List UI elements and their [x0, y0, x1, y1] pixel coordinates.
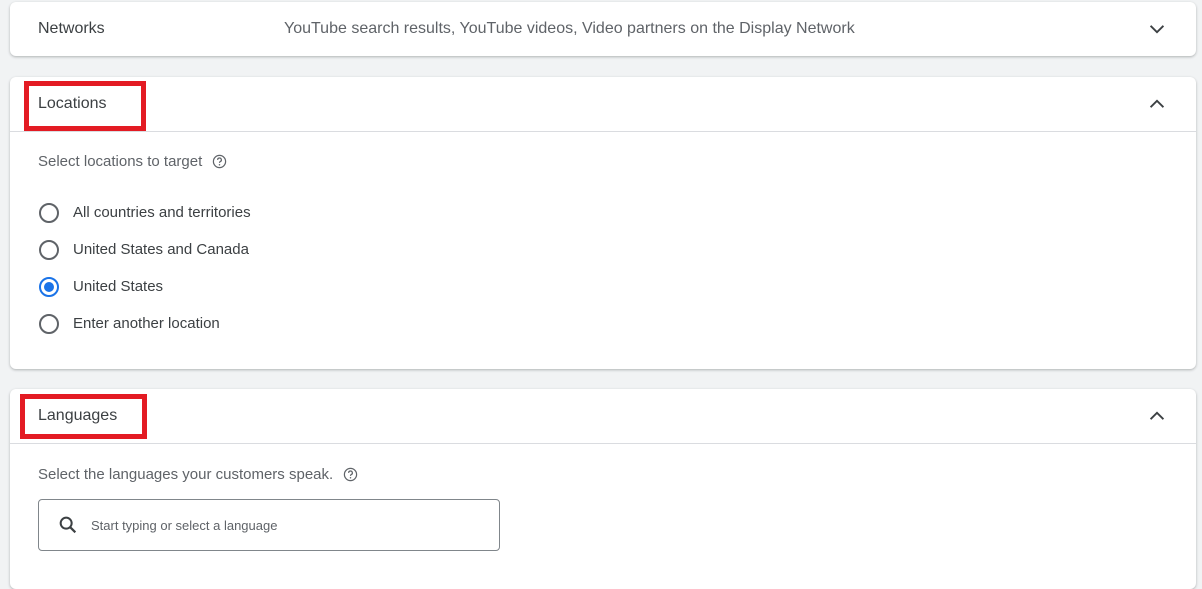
networks-header[interactable]: Networks YouTube search results, YouTube… [10, 2, 1196, 56]
chevron-up-icon[interactable] [1146, 405, 1168, 427]
location-option-other[interactable]: Enter another location [39, 305, 251, 342]
locations-panel: Locations Select locations to target All… [10, 77, 1196, 369]
location-option-us[interactable]: United States [39, 268, 251, 305]
networks-title: Networks [38, 20, 105, 37]
networks-panel: Networks YouTube search results, YouTube… [10, 2, 1196, 56]
radio-label: United States and Canada [73, 241, 249, 258]
search-icon [59, 516, 77, 534]
language-search-field[interactable] [38, 499, 500, 551]
language-search-input[interactable] [89, 516, 473, 534]
chevron-down-icon[interactable] [1146, 18, 1168, 40]
radio-button-selected[interactable] [39, 276, 59, 297]
radio-label: All countries and territories [73, 204, 251, 221]
locations-prompt: Select locations to target [38, 153, 227, 170]
radio-button[interactable] [39, 313, 59, 334]
radio-label: Enter another location [73, 315, 220, 332]
help-icon[interactable] [212, 154, 227, 169]
languages-prompt: Select the languages your customers spea… [38, 466, 358, 483]
locations-prompt-text: Select locations to target [38, 153, 203, 170]
languages-prompt-text: Select the languages your customers spea… [38, 466, 334, 483]
locations-header[interactable]: Locations [10, 77, 1196, 132]
chevron-up-icon[interactable] [1146, 93, 1168, 115]
location-radio-group: All countries and territories United Sta… [39, 194, 251, 342]
help-icon[interactable] [343, 467, 358, 482]
languages-header[interactable]: Languages [10, 389, 1196, 444]
radio-button[interactable] [39, 202, 59, 223]
languages-panel: Languages Select the languages your cust… [10, 389, 1196, 589]
networks-summary: YouTube search results, YouTube videos, … [284, 20, 855, 37]
location-option-all[interactable]: All countries and territories [39, 194, 251, 231]
highlight-box-languages [20, 394, 147, 439]
highlight-box-locations [24, 81, 146, 131]
radio-label: United States [73, 278, 164, 295]
radio-button[interactable] [39, 239, 59, 260]
location-option-us-canada[interactable]: United States and Canada [39, 231, 251, 268]
